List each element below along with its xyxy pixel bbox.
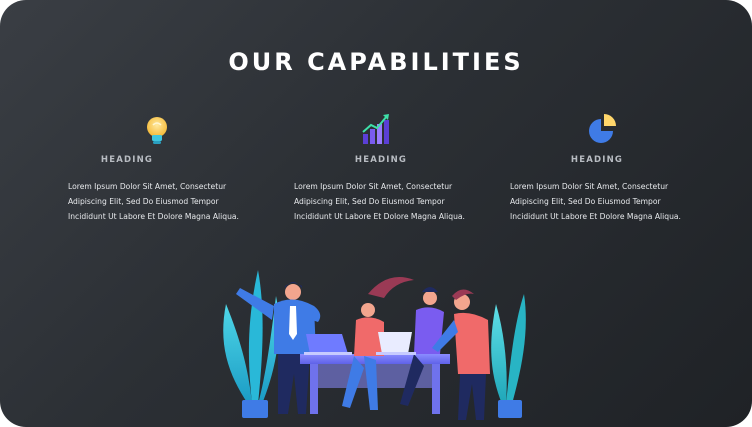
capability-description: Lorem Ipsum Dolor Sit Amet, Consectetur … [68,182,239,221]
section-title: OUR CAPABILITIES [228,48,524,76]
capability-heading: HEADING [100,155,154,165]
lightbulb-icon [140,112,180,150]
capability-heading: HEADING [354,155,408,165]
capability-heading: HEADING [570,155,624,165]
capability-description: Lorem Ipsum Dolor Sit Amet, Consectetur … [510,182,681,221]
capability-description: Lorem Ipsum Dolor Sit Amet, Consectetur … [294,182,465,221]
capabilities-slide: OUR CAPABILITIES HEADING Lorem Ipsum Dol… [0,0,752,427]
growth-chart-icon [359,112,399,150]
pie-chart-icon [586,112,626,150]
team-meeting-illustration [218,264,536,427]
